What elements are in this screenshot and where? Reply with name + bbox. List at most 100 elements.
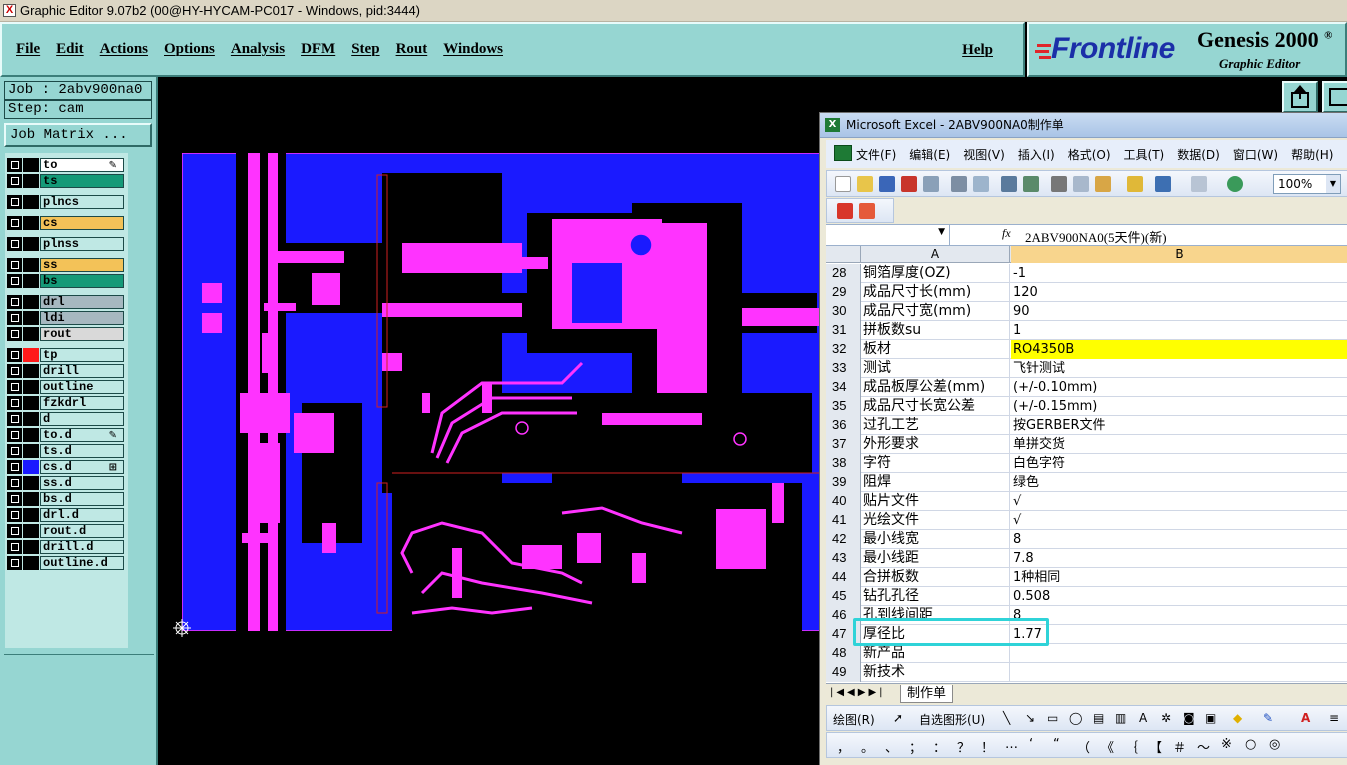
column-header-b[interactable]: B — [1011, 246, 1347, 263]
layer-visibility-checkbox[interactable] — [7, 195, 22, 209]
row-header[interactable]: 31 — [826, 321, 861, 340]
layer-color-swatch[interactable] — [23, 274, 39, 288]
layer-row-bs[interactable]: bs — [5, 273, 128, 288]
paste-icon[interactable] — [1095, 176, 1111, 192]
rectangle-icon[interactable]: ▭ — [1047, 711, 1058, 725]
cell-a[interactable]: 测试 — [862, 359, 1010, 378]
cell-b[interactable]: √ — [1011, 492, 1347, 511]
layer-name[interactable]: bs.d — [40, 492, 124, 506]
layer-color-swatch[interactable] — [23, 524, 39, 538]
cell-a[interactable]: 成品尺寸长宽公差 — [862, 397, 1010, 416]
cell-b[interactable]: 120 — [1011, 283, 1347, 302]
layer-visibility-checkbox[interactable] — [7, 508, 22, 522]
menu-edit[interactable]: Edit — [56, 41, 84, 58]
layer-name[interactable]: rout.d — [40, 524, 124, 538]
row-header[interactable]: 29 — [826, 283, 861, 302]
vertical-textbox-icon[interactable]: ▥ — [1115, 711, 1126, 725]
menu-rout[interactable]: Rout — [396, 41, 428, 58]
menu-windows[interactable]: Windows — [443, 41, 503, 58]
layer-visibility-checkbox[interactable] — [7, 274, 22, 288]
layer-color-swatch[interactable] — [23, 258, 39, 272]
cell-b[interactable]: (+/-0.15mm) — [1011, 397, 1347, 416]
formula-input[interactable]: 2ABV900NA0(5天件)(新) — [1025, 227, 1167, 246]
column-header-a[interactable]: A — [861, 246, 1010, 263]
pcb-board[interactable] — [182, 153, 822, 631]
symbol-button[interactable]: 。 — [861, 737, 874, 756]
layer-visibility-checkbox[interactable] — [7, 492, 22, 506]
symbol-button[interactable]: ！ — [981, 737, 994, 756]
open-icon[interactable] — [857, 176, 873, 192]
cell-b[interactable]: √ — [1011, 511, 1347, 530]
layer-color-swatch[interactable] — [23, 540, 39, 554]
cell-a[interactable]: 成品尺寸宽(mm) — [862, 302, 1010, 321]
line-style-icon[interactable]: ≡ — [1329, 711, 1339, 725]
cell-b[interactable]: RO4350B — [1011, 340, 1347, 359]
layer-row-rout[interactable]: rout — [5, 326, 128, 341]
layer-row-drl[interactable]: drl — [5, 294, 128, 309]
cell-b[interactable]: 按GERBER文件 — [1011, 416, 1347, 435]
layer-color-swatch[interactable] — [23, 348, 39, 362]
layer-visibility-checkbox[interactable] — [7, 412, 22, 426]
layer-visibility-checkbox[interactable] — [7, 444, 22, 458]
cell-a[interactable]: 过孔工艺 — [862, 416, 1010, 435]
layer-visibility-checkbox[interactable] — [7, 396, 22, 410]
layer-color-swatch[interactable] — [23, 327, 39, 341]
cell-a[interactable]: 最小线距 — [862, 549, 1010, 568]
cell-a[interactable]: 成品板厚公差(mm) — [862, 378, 1010, 397]
cell-a[interactable]: 最小线宽 — [862, 530, 1010, 549]
layer-color-swatch[interactable] — [23, 556, 39, 570]
layer-visibility-checkbox[interactable] — [7, 174, 22, 188]
layer-visibility-checkbox[interactable] — [7, 311, 22, 325]
draw-menu[interactable]: 绘图(R) — [833, 711, 875, 728]
cell-a[interactable]: 光绘文件 — [862, 511, 1010, 530]
cell-a[interactable]: 钻孔孔径 — [862, 587, 1010, 606]
picture-icon[interactable]: ▣ — [1205, 711, 1216, 725]
cell-b[interactable]: 绿色 — [1011, 473, 1347, 492]
row-header[interactable]: 32 — [826, 340, 861, 359]
font-color-icon[interactable]: A — [1301, 711, 1310, 725]
layer-visibility-checkbox[interactable] — [7, 348, 22, 362]
undo-icon[interactable] — [1155, 176, 1171, 192]
line-color-icon[interactable]: ✎ — [1263, 711, 1273, 725]
xl-menu-window[interactable]: 窗口(W) — [1233, 146, 1278, 163]
xl-menu-help[interactable]: 帮助(H) — [1291, 146, 1333, 163]
layer-visibility-checkbox[interactable] — [7, 364, 22, 378]
cell-a[interactable]: 成品尺寸长(mm) — [862, 283, 1010, 302]
wordart-icon[interactable]: A — [1139, 711, 1147, 725]
layer-row-to[interactable]: to ✎ — [5, 157, 128, 172]
layer-color-swatch[interactable] — [23, 158, 39, 172]
cut-icon[interactable] — [1051, 176, 1067, 192]
symbol-button[interactable]: 《 — [1101, 737, 1114, 756]
cell-b[interactable] — [1011, 663, 1347, 682]
menu-dfm[interactable]: DFM — [301, 41, 335, 58]
layer-visibility-checkbox[interactable] — [7, 237, 22, 251]
fx-icon[interactable]: fx — [1002, 226, 1011, 241]
layer-row-outline[interactable]: outline — [5, 379, 128, 394]
layer-visibility-checkbox[interactable] — [7, 158, 22, 172]
layer-row-drill[interactable]: drill — [5, 363, 128, 378]
menu-step[interactable]: Step — [351, 41, 379, 58]
symbol-button[interactable]: ‘ — [1029, 737, 1033, 752]
cell-a[interactable]: 板材 — [862, 340, 1010, 359]
layer-row-plncs[interactable]: plncs — [5, 194, 128, 209]
row-header[interactable]: 28 — [826, 264, 861, 283]
layer-name[interactable]: plncs — [40, 195, 124, 209]
row-header[interactable]: 36 — [826, 416, 861, 435]
cell-b[interactable]: 1 — [1011, 321, 1347, 340]
layer-color-swatch[interactable] — [23, 428, 39, 442]
cell-b[interactable]: 单拼交货 — [1011, 435, 1347, 454]
layer-visibility-checkbox[interactable] — [7, 556, 22, 570]
fill-color-icon[interactable]: ◆ — [1233, 711, 1242, 725]
xl-menu-file[interactable]: 文件(F) — [856, 146, 896, 163]
cell-a[interactable]: 阻焊 — [862, 473, 1010, 492]
layer-name[interactable]: drill.d — [40, 540, 124, 554]
layer-name[interactable]: ss.d — [40, 476, 124, 490]
cell-b[interactable]: 白色字符 — [1011, 454, 1347, 473]
cell-a[interactable]: 字符 — [862, 454, 1010, 473]
layer-row-ts[interactable]: ts — [5, 173, 128, 188]
layer-name[interactable]: outline.d — [40, 556, 124, 570]
layer-visibility-checkbox[interactable] — [7, 540, 22, 554]
sheet-tab[interactable]: 制作单 — [900, 685, 954, 703]
spelling-icon[interactable] — [1001, 176, 1017, 192]
diagram-icon[interactable]: ✲ — [1161, 711, 1171, 725]
